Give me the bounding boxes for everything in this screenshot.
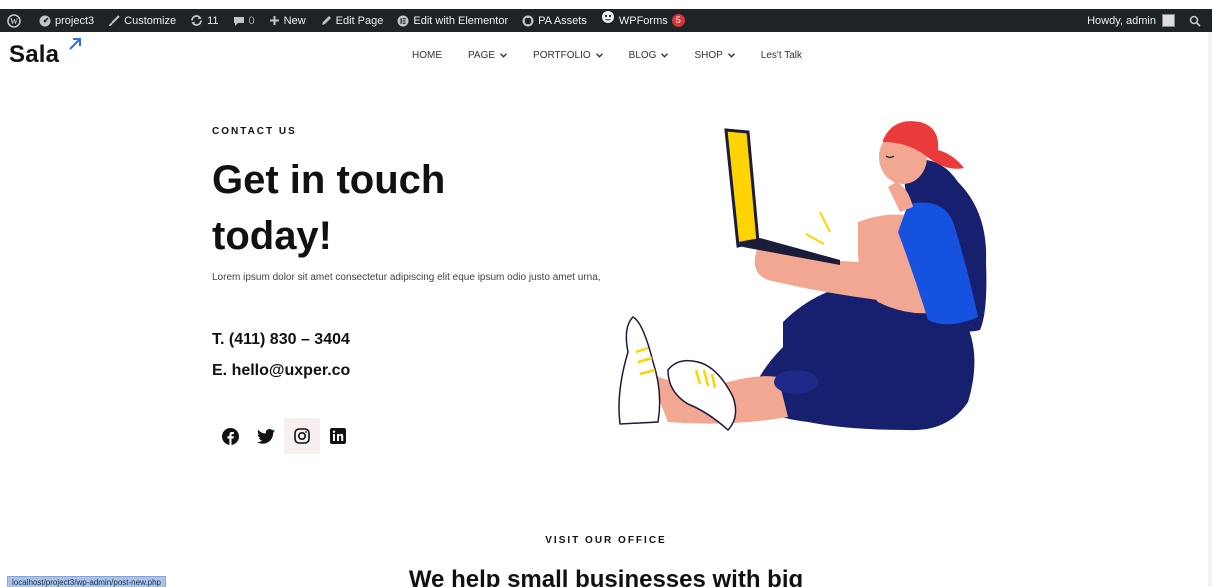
customize-label: Customize: [124, 14, 177, 27]
nav-item-page[interactable]: PAGE: [468, 50, 508, 61]
search-icon: [1189, 15, 1201, 27]
site-name-label: project3: [55, 14, 95, 27]
nav-item-label: Les't Talk: [760, 50, 802, 61]
wpforms-menu[interactable]: WPForms 5: [594, 9, 692, 32]
site-logo[interactable]: Sala: [9, 38, 81, 69]
twitter-icon: [257, 428, 275, 444]
nav-item-blog[interactable]: BLOG: [629, 50, 669, 61]
elementor-icon: [397, 15, 409, 26]
pa-assets-label: PA Assets: [538, 14, 587, 27]
nav-item-label: PAGE: [468, 50, 496, 61]
chevron-down-icon: [727, 53, 735, 58]
facebook-icon: [221, 427, 239, 445]
nav-item-label: PORTFOLIO: [533, 50, 591, 61]
updates-link[interactable]: 11: [183, 9, 225, 32]
logo-text: Sala: [9, 41, 60, 68]
nav-item-les-t-talk[interactable]: Les't Talk: [761, 50, 802, 61]
knee: [774, 370, 818, 394]
svg-text:W: W: [10, 17, 18, 26]
pencil-icon: [321, 15, 331, 25]
arrow-up-right-icon: [69, 38, 81, 50]
pa-assets-icon: [522, 15, 534, 26]
admin-search[interactable]: [1182, 9, 1212, 32]
wordpress-icon: W: [7, 13, 21, 28]
office-headline: We help small businesses with big: [408, 566, 804, 587]
updates-icon: [191, 15, 203, 26]
comment-icon: [233, 16, 244, 26]
comments-count: 0: [248, 14, 255, 27]
pa-assets-link[interactable]: PA Assets: [515, 9, 594, 32]
edit-page-link[interactable]: Edit Page: [313, 9, 391, 32]
comments-link[interactable]: 0: [226, 9, 262, 32]
nav-item-label: BLOG: [628, 50, 657, 61]
motion-lines: [805, 211, 831, 245]
customize-link[interactable]: Customize: [101, 9, 183, 32]
status-bar-url: localhost/project3/wp-admin/post-new.php: [7, 576, 166, 587]
elementor-link[interactable]: Edit with Elementor: [390, 9, 515, 32]
main-nav: HOME PAGE PORTFOLIO BLOG SHOP Les't Talk: [412, 50, 828, 61]
wp-admin-bar: W project3 Customize 11 0 New Edit Page …: [0, 9, 1212, 32]
wpforms-label: WPForms: [618, 14, 668, 27]
chevron-down-icon: [500, 53, 508, 58]
brush-icon: [109, 14, 120, 26]
new-label: New: [283, 14, 306, 27]
wpforms-icon: [601, 10, 614, 23]
contact-headline: Get in touch today!: [212, 158, 446, 258]
elementor-label: Edit with Elementor: [413, 14, 509, 27]
twitter-link[interactable]: [248, 418, 284, 454]
contact-phone[interactable]: T. (411) 830 – 3404: [212, 331, 350, 349]
scrollbar-track[interactable]: [1208, 32, 1212, 587]
social-links: [212, 418, 356, 454]
linkedin-link[interactable]: [320, 418, 356, 454]
edit-page-label: Edit Page: [335, 14, 384, 27]
linkedin-icon: [330, 428, 346, 444]
dashboard-icon: [39, 15, 51, 26]
contact-description: Lorem ipsum dolor sit amet consectetur a…: [212, 272, 601, 283]
plus-icon: [269, 16, 279, 25]
instagram-icon: [294, 428, 310, 444]
wpforms-badge: 5: [671, 14, 685, 27]
account-menu[interactable]: Howdy, admin: [1080, 9, 1182, 32]
instagram-link[interactable]: [284, 418, 320, 454]
chevron-down-icon: [595, 53, 603, 58]
chevron-down-icon: [661, 53, 669, 58]
nav-item-portfolio[interactable]: PORTFOLIO: [533, 50, 603, 61]
new-content-menu[interactable]: New: [262, 9, 313, 32]
avatar: [1162, 14, 1175, 27]
contact-eyebrow: CONTACT US: [212, 126, 297, 137]
facebook-link[interactable]: [212, 418, 248, 454]
wp-logo-menu[interactable]: W: [0, 9, 32, 32]
laptop-screen: [724, 128, 760, 248]
updates-count: 11: [207, 14, 219, 27]
site-name-menu[interactable]: project3: [32, 9, 101, 32]
nav-item-home[interactable]: HOME: [412, 50, 442, 61]
nav-item-shop[interactable]: SHOP: [694, 50, 735, 61]
nav-item-label: HOME: [412, 50, 442, 61]
contact-email[interactable]: E. hello@uxper.co: [212, 362, 350, 380]
office-eyebrow: VISIT OUR OFFICE: [545, 535, 667, 546]
top-strip: [0, 0, 1212, 9]
girl-with-laptop-illustration: [618, 121, 987, 432]
nav-item-label: SHOP: [694, 50, 723, 61]
howdy-label: Howdy, admin: [1087, 14, 1156, 27]
